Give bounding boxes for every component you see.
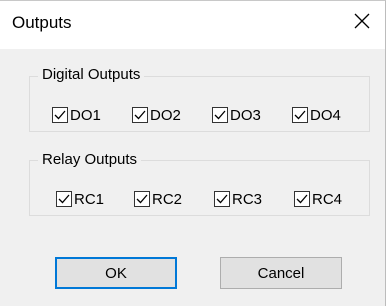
check-icon [136, 194, 148, 204]
relay-outputs-legend: Relay Outputs [38, 151, 142, 169]
checkbox-rc3[interactable]: RC3 [214, 189, 262, 209]
checkbox-rc2[interactable]: RC2 [134, 189, 182, 209]
checkbox-label: DO4 [310, 106, 341, 124]
check-icon [134, 110, 146, 120]
checkbox-box[interactable] [132, 107, 148, 123]
checkbox-box[interactable] [134, 191, 150, 207]
checkbox-label: RC4 [312, 190, 343, 208]
checkbox-label: RC2 [152, 190, 183, 208]
checkbox-do3[interactable]: DO3 [212, 105, 261, 125]
check-icon [214, 110, 226, 120]
checkbox-label: DO3 [230, 106, 261, 124]
checkbox-label: RC1 [74, 190, 105, 208]
check-icon [58, 194, 70, 204]
ok-button[interactable]: OK [55, 257, 177, 289]
checkbox-do1[interactable]: DO1 [52, 105, 101, 125]
check-icon [296, 194, 308, 204]
digital-outputs-legend: Digital Outputs [38, 66, 145, 84]
checkbox-label: DO1 [70, 106, 101, 124]
outputs-dialog: Outputs Digital Outputs DO1 DO2 DO3 DO4 [0, 0, 386, 306]
cancel-button[interactable]: Cancel [220, 257, 342, 289]
dialog-title: Outputs [12, 13, 72, 32]
checkbox-do4[interactable]: DO4 [292, 105, 341, 125]
title-bar: Outputs [0, 1, 385, 49]
checkbox-label: DO2 [150, 106, 181, 124]
checkbox-box[interactable] [294, 191, 310, 207]
check-icon [294, 110, 306, 120]
check-icon [216, 194, 228, 204]
checkbox-box[interactable] [212, 107, 228, 123]
check-icon [54, 110, 66, 120]
close-button[interactable] [339, 1, 385, 41]
checkbox-do2[interactable]: DO2 [132, 105, 181, 125]
checkbox-rc1[interactable]: RC1 [56, 189, 104, 209]
checkbox-box[interactable] [52, 107, 68, 123]
checkbox-box[interactable] [214, 191, 230, 207]
close-icon [354, 13, 370, 29]
checkbox-box[interactable] [56, 191, 72, 207]
checkbox-rc4[interactable]: RC4 [294, 189, 342, 209]
checkbox-box[interactable] [292, 107, 308, 123]
checkbox-label: RC3 [232, 190, 263, 208]
